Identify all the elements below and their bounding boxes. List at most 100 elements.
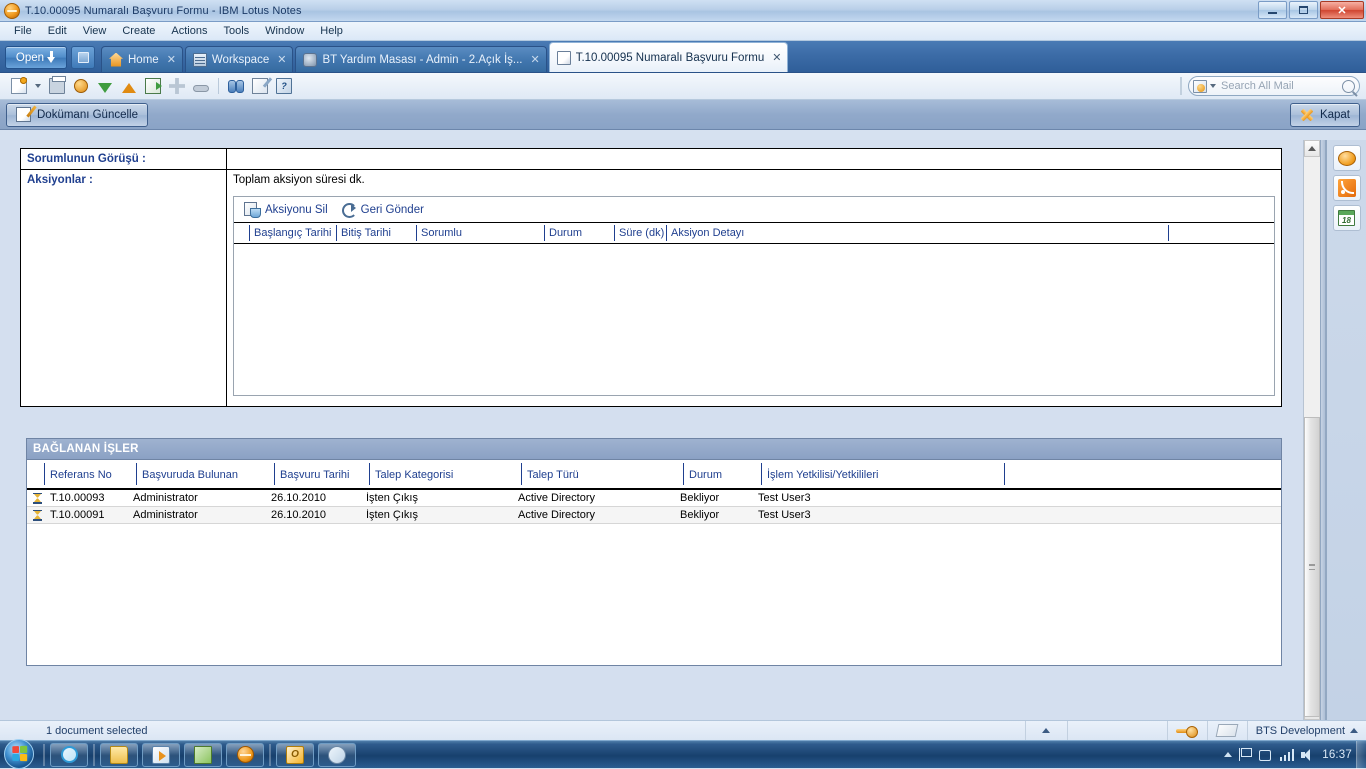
table-row[interactable]: T.10.00091 Administrator 26.10.2010 İşte… — [27, 507, 1281, 524]
sidebar-item-rss-feeds[interactable] — [1333, 175, 1361, 201]
signal-icon[interactable] — [1280, 749, 1295, 761]
volume-icon[interactable] — [1301, 749, 1315, 761]
close-button[interactable]: ✕ — [1320, 1, 1364, 19]
help-button[interactable]: ? — [273, 76, 295, 97]
move-down-icon — [98, 83, 112, 93]
actions-col-bitis[interactable]: Bitiş Tarihi — [337, 225, 417, 241]
tab-close-icon[interactable]: ✕ — [772, 51, 781, 64]
linked-col-talep-kategorisi[interactable]: Talep Kategorisi — [370, 463, 522, 485]
field-value-sorumlunun-gorusu[interactable] — [227, 149, 1282, 170]
menu-view[interactable]: View — [75, 24, 115, 38]
tab-home[interactable]: Home ✕ — [101, 46, 183, 72]
magnifier-icon[interactable] — [1342, 80, 1355, 93]
search-box[interactable]: Search All Mail — [1188, 76, 1360, 96]
taskbar-sticky-notes[interactable] — [184, 743, 222, 767]
move-down-button[interactable] — [94, 76, 116, 97]
linked-col-basvuru-tarihi[interactable]: Başvuru Tarihi — [275, 463, 370, 485]
linked-col-islem-yetkilisi[interactable]: İşlem Yetkilisi/Yetkilileri — [762, 463, 1005, 485]
edit-button[interactable] — [249, 76, 271, 97]
clock[interactable]: 16:37 — [1322, 749, 1352, 761]
linked-col-talep-turu[interactable]: Talep Türü — [522, 463, 684, 485]
link-button[interactable] — [190, 76, 212, 97]
table-row[interactable]: T.10.00093 Administrator 26.10.2010 İşte… — [27, 490, 1281, 507]
cell-referans-no: T.10.00091 — [45, 509, 128, 521]
form-table: Sorumlunun Görüşü : Aksiyonlar : Toplam … — [20, 148, 1282, 407]
taskbar-internet-explorer[interactable] — [50, 743, 88, 767]
status-expand-button[interactable] — [1026, 721, 1068, 741]
actions-col-baslangic[interactable]: Başlangıç Tarihi — [250, 225, 337, 241]
menu-create[interactable]: Create — [114, 24, 163, 38]
chevron-down-icon[interactable] — [1210, 84, 1216, 88]
start-button[interactable] — [0, 739, 40, 769]
actions-col-detay[interactable]: Aksiyon Detayı — [667, 225, 1169, 241]
help-icon: ? — [276, 78, 292, 94]
stop-icon — [74, 79, 88, 93]
new-document-button[interactable] — [8, 76, 30, 97]
delete-action-button[interactable]: Aksiyonu Sil — [244, 202, 328, 218]
actions-embedded-view: Aksiyonu Sil Geri Gönder Başlangıç Tarih… — [233, 196, 1275, 396]
minimize-button[interactable] — [1258, 1, 1287, 19]
restore-button[interactable] — [1289, 1, 1318, 19]
update-document-button[interactable]: Dokümanı Güncelle — [6, 103, 148, 127]
chevron-up-icon — [1350, 728, 1358, 733]
menu-actions[interactable]: Actions — [163, 24, 215, 38]
menu-window[interactable]: Window — [257, 24, 312, 38]
toolbar: ? Search All Mail — [0, 73, 1366, 100]
tab-close-icon[interactable]: ✕ — [277, 53, 286, 66]
taskbar-office[interactable]: O — [276, 743, 314, 767]
tab-basvuru-formu[interactable]: T.10.00095 Numaralı Başvuru Formu ✕ — [549, 42, 789, 72]
scroll-up-button[interactable] — [1304, 140, 1320, 157]
linked-col-extra[interactable] — [1005, 463, 1281, 485]
sidebar-item-day-at-a-glance[interactable]: 18 — [1333, 205, 1361, 231]
actions-col-durum[interactable]: Durum — [545, 225, 615, 241]
action-center-icon[interactable] — [1239, 748, 1252, 761]
search-scope-icon[interactable] — [1193, 80, 1207, 93]
actions-toolbar: Aksiyonu Sil Geri Gönder — [234, 197, 1274, 222]
status-security-button[interactable] — [1168, 721, 1208, 741]
open-button[interactable]: Open — [5, 46, 67, 69]
search-handle[interactable] — [1180, 77, 1182, 95]
menu-tools[interactable]: Tools — [215, 24, 257, 38]
actions-col-sorumlu[interactable]: Sorumlu — [417, 225, 545, 241]
linked-col-icon[interactable] — [27, 463, 45, 485]
sidebar-item-sametime-contacts[interactable] — [1333, 145, 1361, 171]
menu-edit[interactable]: Edit — [40, 24, 75, 38]
tab-workspace[interactable]: Workspace ✕ — [185, 46, 294, 72]
status-slot-blank[interactable] — [1068, 721, 1168, 741]
find-button[interactable] — [225, 76, 247, 97]
status-location[interactable]: BTS Development — [1248, 721, 1366, 741]
new-document-dropdown[interactable] — [32, 76, 44, 97]
menu-help[interactable]: Help — [312, 24, 351, 38]
search-input[interactable]: Search All Mail — [1219, 80, 1339, 92]
taskbar-lotus-notes[interactable] — [226, 743, 264, 767]
tab-bt-yardim-masasi[interactable]: BT Yardım Masası - Admin - 2.Açık İş... … — [295, 46, 546, 72]
taskbar-media-player[interactable] — [142, 743, 180, 767]
print-icon — [49, 78, 65, 94]
show-hidden-icons-icon[interactable] — [1224, 752, 1232, 757]
print-button[interactable] — [46, 76, 68, 97]
taskbar-windows-explorer[interactable] — [100, 743, 138, 767]
menu-file[interactable]: File — [6, 24, 40, 38]
send-back-button[interactable]: Geri Gönder — [342, 203, 424, 218]
forward-button[interactable] — [142, 76, 164, 97]
linked-col-basvuruda-bulunan[interactable]: Başvuruda Bulunan — [137, 463, 275, 485]
scrollbar-thumb[interactable] — [1304, 417, 1320, 717]
linked-col-durum[interactable]: Durum — [684, 463, 762, 485]
window-list-button[interactable] — [71, 46, 95, 69]
actions-col-extra[interactable] — [1169, 225, 1247, 241]
show-desktop-button[interactable] — [1356, 741, 1366, 769]
network-icon[interactable] — [1259, 748, 1273, 761]
status-location-button[interactable] — [1208, 721, 1248, 741]
scrollbar-track[interactable] — [1304, 157, 1320, 703]
tab-close-icon[interactable]: ✕ — [167, 53, 176, 66]
linked-col-referans[interactable]: Referans No — [45, 463, 137, 485]
move-up-button[interactable] — [118, 76, 140, 97]
document-vertical-scrollbar[interactable] — [1303, 140, 1320, 720]
taskbar-paint[interactable] — [318, 743, 356, 767]
close-document-button[interactable]: Kapat — [1290, 103, 1360, 127]
actions-col-icon[interactable] — [234, 225, 250, 241]
stop-button[interactable] — [70, 76, 92, 97]
add-button[interactable] — [166, 76, 188, 97]
tab-close-icon[interactable]: ✕ — [530, 53, 539, 66]
actions-col-sure[interactable]: Süre (dk) — [615, 225, 667, 241]
